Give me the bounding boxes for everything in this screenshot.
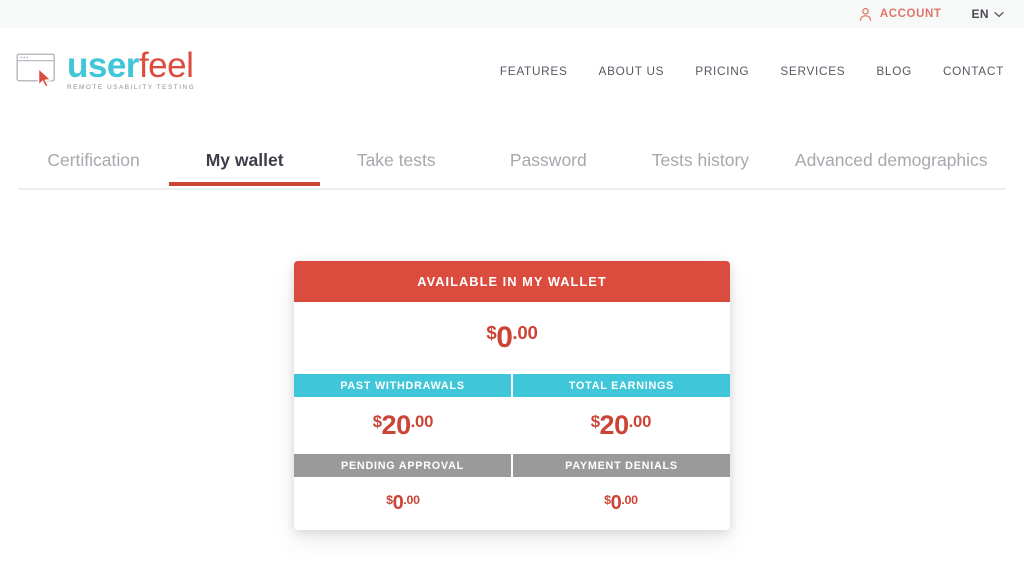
available-balance-amount: $0.00 [486, 321, 537, 355]
nav-item-contact[interactable]: CONTACT [943, 64, 1004, 78]
tab-label: Tests history [651, 149, 750, 170]
logo-tagline: REMOTE USABILITY TESTING [67, 84, 196, 92]
tab-label: Certification [47, 149, 140, 170]
amount-decimal: .00 [403, 492, 420, 507]
tab-take-tests[interactable]: Take tests [320, 136, 472, 184]
tab-label: Take tests [356, 149, 436, 170]
value-cell-pending-approval: $0.00 [294, 477, 512, 530]
currency-symbol: $ [590, 411, 600, 431]
person-icon [858, 7, 873, 22]
currency-symbol: $ [486, 322, 497, 344]
browser-window-cursor-icon [16, 51, 60, 89]
withdrawals-earnings-header: PAST WITHDRAWALS TOTAL EARNINGS [294, 374, 730, 397]
tab-advanced-demographics[interactable]: Advanced demographics [776, 136, 1006, 184]
withdrawals-earnings-values: $20.00 $20.00 [294, 397, 730, 454]
language-label: EN [971, 7, 989, 21]
logo-word-user: user [67, 45, 139, 85]
wallet-card-area: AVAILABLE IN MY WALLET $0.00 PAST WITHDR… [0, 190, 1024, 530]
account-link[interactable]: ACCOUNT [858, 7, 942, 22]
wallet-card-title: AVAILABLE IN MY WALLET [294, 261, 730, 302]
tab-label: Password [509, 149, 587, 170]
account-tab-strip: Certification My wallet Take tests Passw… [18, 136, 1006, 190]
amount-decimal: .00 [512, 322, 538, 344]
amount-integer: 20 [381, 410, 412, 440]
nav-item-about-us[interactable]: ABOUT US [599, 64, 665, 78]
logo-text: userfeel REMOTE USABILITY TESTING [67, 48, 196, 92]
logo-word-feel: feel [138, 45, 194, 85]
available-balance-row: $0.00 [294, 302, 730, 374]
logo[interactable]: userfeel REMOTE USABILITY TESTING [16, 48, 196, 92]
tab-label: Advanced demographics [794, 149, 988, 170]
pending-denials-header: PENDING APPROVAL PAYMENT DENIALS [294, 454, 730, 477]
amount-decimal: .00 [410, 411, 434, 431]
tab-password[interactable]: Password [472, 136, 624, 184]
tab-certification[interactable]: Certification [18, 136, 169, 184]
chevron-down-icon [994, 11, 1004, 18]
nav-item-features[interactable]: FEATURES [500, 64, 568, 78]
currency-symbol: $ [372, 411, 382, 431]
value-cell-total-earnings: $20.00 [512, 397, 730, 454]
amount-integer: 0 [496, 321, 513, 354]
tab-tests-history[interactable]: Tests history [624, 136, 776, 184]
value-cell-payment-denials: $0.00 [512, 477, 730, 530]
total-earnings-amount: $20.00 [591, 410, 652, 441]
payment-denials-amount: $0.00 [604, 492, 638, 515]
amount-integer: 0 [392, 492, 404, 514]
top-utility-bar: ACCOUNT EN [0, 0, 1024, 28]
wallet-card: AVAILABLE IN MY WALLET $0.00 PAST WITHDR… [294, 261, 730, 530]
header-pending-approval: PENDING APPROVAL [294, 454, 511, 477]
tab-my-wallet[interactable]: My wallet [169, 136, 321, 186]
site-header: userfeel REMOTE USABILITY TESTING FEATUR… [0, 28, 1024, 113]
pending-denials-values: $0.00 $0.00 [294, 477, 730, 530]
nav-item-services[interactable]: SERVICES [780, 64, 845, 78]
amount-integer: 20 [599, 410, 630, 440]
amount-decimal: .00 [628, 411, 652, 431]
nav-item-pricing[interactable]: PRICING [695, 64, 749, 78]
language-selector[interactable]: EN [972, 7, 1004, 21]
nav-item-blog[interactable]: BLOG [876, 64, 912, 78]
value-cell-past-withdrawals: $20.00 [294, 397, 512, 454]
amount-decimal: .00 [621, 492, 638, 507]
account-label: ACCOUNT [879, 8, 942, 20]
amount-integer: 0 [610, 492, 622, 514]
past-withdrawals-amount: $20.00 [373, 410, 434, 441]
header-past-withdrawals: PAST WITHDRAWALS [294, 374, 511, 397]
tab-label: My wallet [205, 149, 284, 170]
main-navigation: FEATURES ABOUT US PRICING SERVICES BLOG … [500, 64, 1004, 78]
header-total-earnings: TOTAL EARNINGS [511, 374, 730, 397]
pending-approval-amount: $0.00 [386, 492, 420, 515]
header-payment-denials: PAYMENT DENIALS [511, 454, 730, 477]
